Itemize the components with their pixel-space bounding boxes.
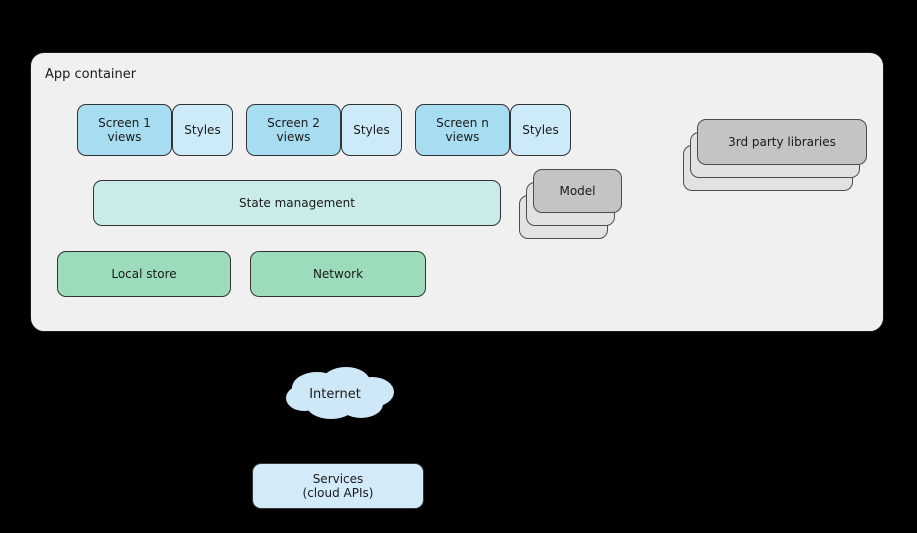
- node-screen1-views[interactable]: Screen 1 views: [77, 104, 172, 156]
- node-screen2-views[interactable]: Screen 2 views: [246, 104, 341, 156]
- cloud-icon: [286, 367, 394, 419]
- node-local-store[interactable]: Local store: [57, 251, 231, 297]
- node-screenn-styles[interactable]: Styles: [510, 104, 571, 156]
- app-container-title: App container: [45, 67, 137, 82]
- node-screenn-views[interactable]: Screen n views: [415, 104, 510, 156]
- node-third-party-libraries[interactable]: 3rd party libraries: [697, 119, 867, 165]
- node-screen2-styles[interactable]: Styles: [341, 104, 402, 156]
- node-state-management[interactable]: State management: [93, 180, 501, 226]
- node-services[interactable]: Services (cloud APIs): [252, 463, 424, 509]
- node-network[interactable]: Network: [250, 251, 426, 297]
- node-model[interactable]: Model: [533, 169, 622, 213]
- node-screen1-styles[interactable]: Styles: [172, 104, 233, 156]
